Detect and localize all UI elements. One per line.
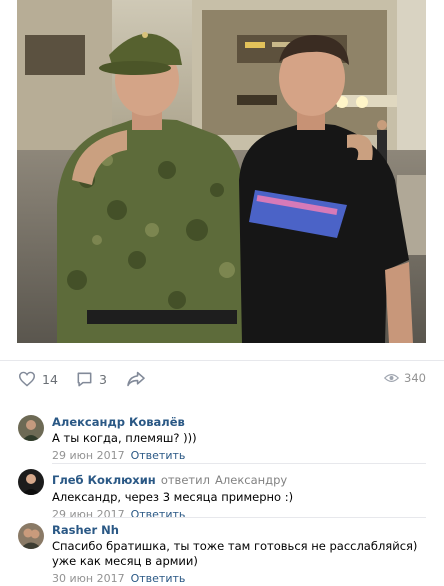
post-actions-bar: 14 3 340 — [0, 360, 444, 397]
views-counter: 340 — [384, 371, 426, 385]
avatar[interactable] — [18, 415, 44, 441]
like-count: 14 — [42, 371, 58, 387]
speech-bubble-icon — [77, 372, 92, 386]
comment-date[interactable]: 29 июн 2017 — [52, 508, 125, 521]
replied-label: ответил — [160, 473, 210, 487]
comment-date[interactable]: 29 июн 2017 — [52, 449, 125, 462]
comment-date[interactable]: 30 июн 2017 — [52, 572, 125, 585]
replied-to-link[interactable]: Александру — [215, 473, 287, 487]
avatar[interactable] — [18, 523, 44, 549]
views-count: 340 — [404, 371, 426, 385]
post-photo-image — [17, 0, 426, 343]
comment-author[interactable]: Глеб Коклюхин — [52, 473, 156, 487]
comment-text: Спасибо братишка, ты тоже там готовься н… — [52, 539, 418, 568]
comment-author[interactable]: Rasher Nh — [52, 523, 426, 537]
post-card: 14 3 340 Александр Ковалёв А ты когда, п… — [0, 0, 444, 585]
comment-text: А ты когда, племяш? ))) — [52, 431, 197, 445]
post-photo[interactable] — [17, 0, 426, 343]
share-arrow-icon — [127, 371, 145, 387]
heart-icon — [18, 371, 36, 387]
reply-link[interactable]: Ответить — [131, 449, 186, 462]
comment-author[interactable]: Александр Ковалёв — [52, 415, 426, 429]
reply-link[interactable]: Ответить — [131, 572, 186, 585]
comment-button[interactable]: 3 — [76, 370, 107, 388]
eye-icon — [384, 374, 400, 382]
comment-divider — [52, 517, 426, 518]
comment-text: Александр, через 3 месяца примерно :) — [52, 490, 294, 504]
comment-count: 3 — [99, 371, 107, 387]
like-button[interactable]: 14 — [18, 370, 58, 388]
reply-link[interactable]: Ответить — [131, 508, 186, 521]
avatar[interactable] — [18, 469, 44, 495]
comment-divider — [52, 463, 426, 464]
share-button[interactable] — [126, 370, 146, 388]
